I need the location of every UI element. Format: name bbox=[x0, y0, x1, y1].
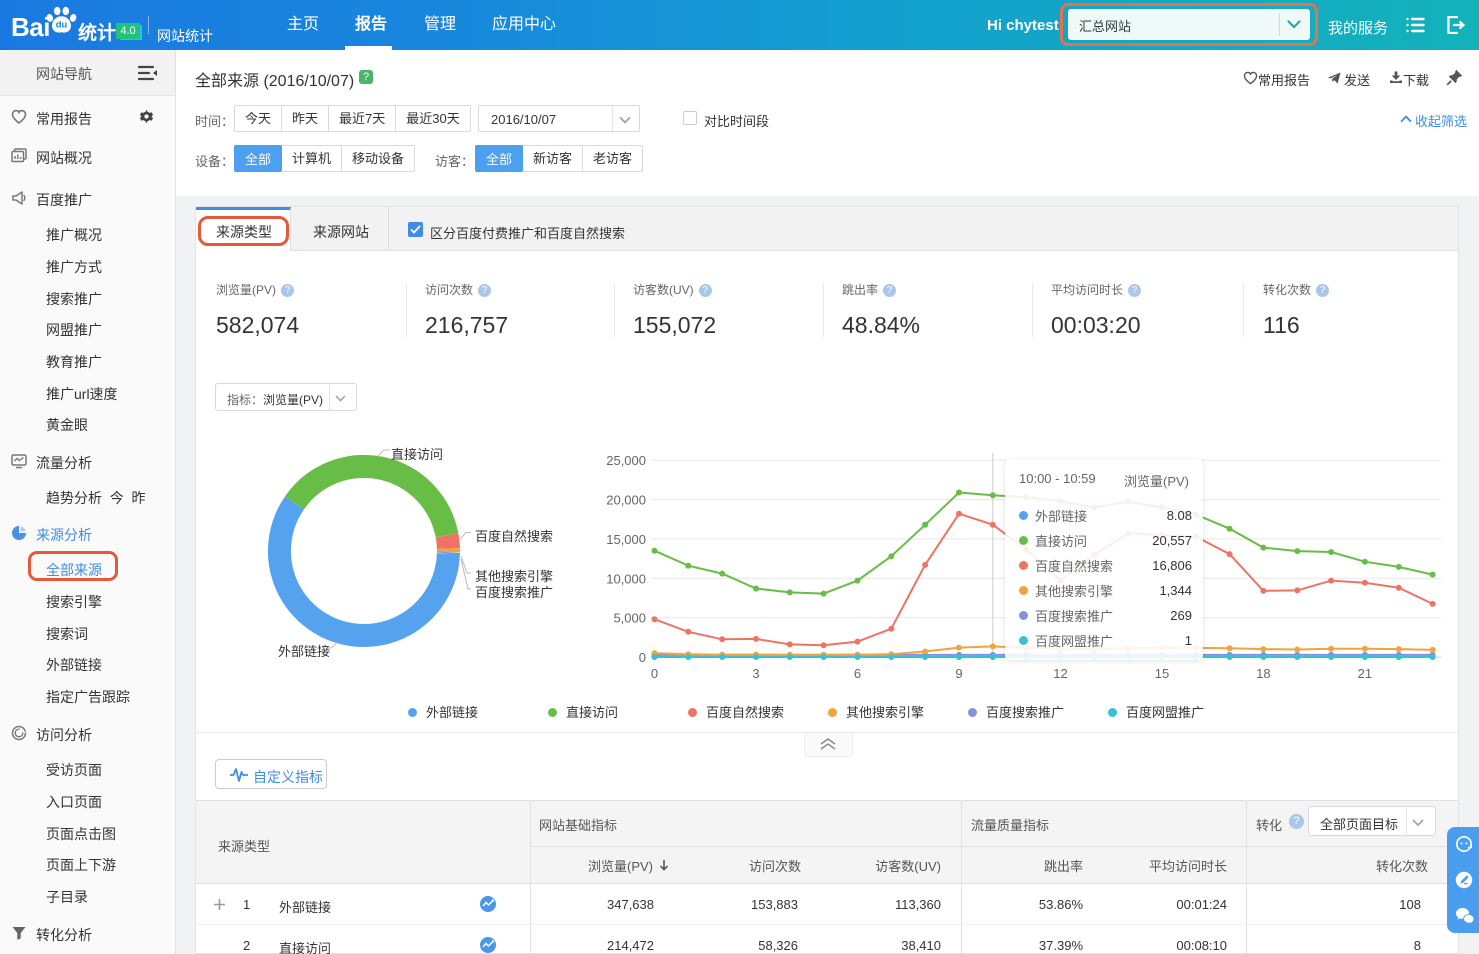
svg-text:25,000: 25,000 bbox=[606, 453, 646, 468]
svg-text:12: 12 bbox=[1053, 666, 1067, 681]
svg-text:6: 6 bbox=[854, 666, 861, 681]
svg-text:5,000: 5,000 bbox=[613, 611, 646, 626]
svg-text:20,000: 20,000 bbox=[606, 493, 646, 508]
svg-text:0: 0 bbox=[639, 650, 646, 665]
svg-text:21: 21 bbox=[1358, 666, 1372, 681]
svg-text:10,000: 10,000 bbox=[606, 571, 646, 586]
svg-text:9: 9 bbox=[955, 666, 962, 681]
svg-text:0: 0 bbox=[651, 666, 658, 681]
svg-text:15,000: 15,000 bbox=[606, 532, 646, 547]
svg-text:18: 18 bbox=[1256, 666, 1270, 681]
svg-text:15: 15 bbox=[1155, 666, 1169, 681]
svg-text:du: du bbox=[56, 19, 68, 30]
svg-text:3: 3 bbox=[752, 666, 759, 681]
